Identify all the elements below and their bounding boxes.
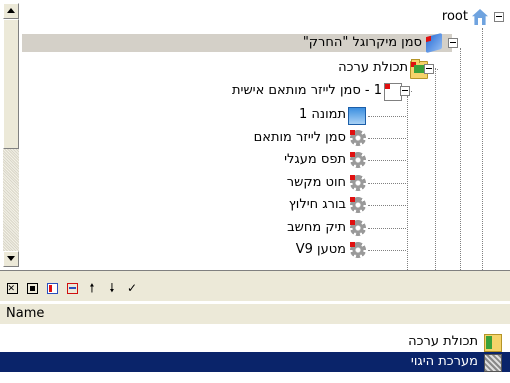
flag-icon (350, 175, 355, 180)
collapse-toggle[interactable] (494, 12, 504, 22)
collapse-toggle[interactable] (424, 64, 434, 74)
tree-node-label: מטען V9 (295, 242, 346, 257)
tree-node-label: בורג חילוץ (288, 197, 346, 212)
gear-icon (350, 197, 366, 213)
scroll-up-button[interactable] (3, 3, 19, 19)
move-up-icon: 🠕 (89, 281, 95, 295)
list-item-label: תכולת ערכה (408, 334, 478, 349)
tree-node-charger-v9[interactable]: מטען V9 (162, 241, 368, 259)
tree-connector (368, 205, 406, 206)
tree-connector (460, 48, 461, 270)
stop-button[interactable] (24, 280, 40, 296)
tree-node-label: root (441, 9, 468, 24)
list-item-label: מערכת היגוי (410, 354, 478, 369)
tree-node-label: תמונה 1 (298, 107, 346, 122)
tree-connector (368, 138, 406, 139)
move-up-button[interactable]: 🠕 (84, 280, 100, 296)
flag-icon (350, 220, 355, 225)
flag-icon (426, 35, 431, 43)
list-item[interactable]: מערכת היגוי (0, 352, 510, 372)
window-icon (66, 282, 78, 294)
gear-icon (350, 242, 366, 258)
collapse-toggle[interactable] (448, 38, 458, 48)
tree-view[interactable]: root סמן מיקרוגל "החרק" תכולת ערכה 1 - ס… (22, 0, 510, 270)
arrow-down-icon (7, 256, 15, 261)
delete-button[interactable] (4, 280, 20, 297)
delete-icon (6, 281, 18, 297)
tree-node-kit-contents[interactable]: תכולת ערכה (222, 59, 428, 79)
tree-node-connecting-wire[interactable]: חוט מקשר (162, 174, 368, 192)
gear-icon (350, 220, 366, 236)
flag-icon (350, 130, 355, 135)
tree-connector (368, 116, 406, 117)
tree-node-circular-clamp[interactable]: תפס מעגלי (162, 151, 368, 169)
tree-node-label: סמן מיקרוגל "החרק" (302, 35, 422, 50)
details-list[interactable]: תכולת ערכה מערכת היגוי (0, 324, 510, 383)
tree-node-bug-marker[interactable]: סמן מיקרוגל "החרק" (22, 32, 452, 54)
scroll-thumb[interactable] (3, 19, 19, 149)
home-icon (472, 9, 488, 25)
tree-node-label: תיק מחשב (287, 220, 346, 235)
move-down-button[interactable]: 🠗 (104, 280, 120, 296)
move-down-icon: 🠗 (109, 281, 115, 295)
toolbar: 🠕 🠗 ✓ (0, 275, 510, 301)
tree-connector (435, 68, 436, 270)
scroll-down-button[interactable] (3, 251, 19, 267)
collapse-toggle[interactable] (400, 86, 410, 96)
tree-node-extraction-screw[interactable]: בורג חילוץ (162, 196, 368, 214)
tree-connector (368, 183, 406, 184)
window-button[interactable] (64, 280, 80, 296)
tree-node-root[interactable]: root (402, 8, 508, 26)
tree-pane[interactable]: root סמן מיקרוגל "החרק" תכולת ערכה 1 - ס… (0, 0, 510, 270)
book-icon (426, 32, 442, 54)
flag-icon (350, 197, 355, 202)
apply-button[interactable]: ✓ (124, 280, 140, 296)
tree-node-laser-marker[interactable]: סמן לייזר מותאם (142, 129, 368, 147)
flag-icon (411, 62, 416, 67)
image-icon (348, 107, 366, 125)
tree-node-computer-bag[interactable]: תיק מחשב (162, 219, 368, 237)
tree-node-label: סמן לייזר מותאם (253, 130, 346, 145)
tree-node-label: תפס מעגלי (284, 152, 346, 167)
properties-icon (46, 282, 58, 294)
tree-connector (482, 28, 483, 270)
tree-connector (407, 96, 408, 270)
gear-icon (350, 175, 366, 191)
tree-connector (368, 228, 406, 229)
flag-icon (350, 242, 355, 247)
properties-button[interactable] (44, 280, 60, 296)
flag-icon (350, 152, 355, 157)
flag-icon (385, 84, 390, 89)
tree-node-label: חוט מקשר (286, 175, 346, 190)
list-item[interactable]: תכולת ערכה (0, 332, 510, 352)
tree-connector (368, 160, 406, 161)
tree-node-laser-marker-custom[interactable]: 1 - סמן לייזר מותאם אישית (122, 82, 402, 101)
system-icon (484, 354, 502, 372)
gear-icon (350, 130, 366, 146)
arrow-up-icon (7, 8, 15, 13)
tree-node-label: 1 - סמן לייזר מותאם אישית (232, 83, 382, 98)
tree-node-image-1[interactable]: תמונה 1 (182, 106, 368, 125)
stop-icon (26, 282, 38, 294)
column-header-name[interactable]: Name (0, 303, 510, 325)
column-header-label: Name (6, 306, 45, 321)
folder-icon (484, 334, 502, 352)
check-icon: ✓ (126, 281, 138, 295)
tree-node-label: תכולת ערכה (338, 60, 408, 75)
tree-connector (368, 250, 406, 251)
tree-scrollbar[interactable] (3, 3, 19, 267)
gear-icon (350, 152, 366, 168)
